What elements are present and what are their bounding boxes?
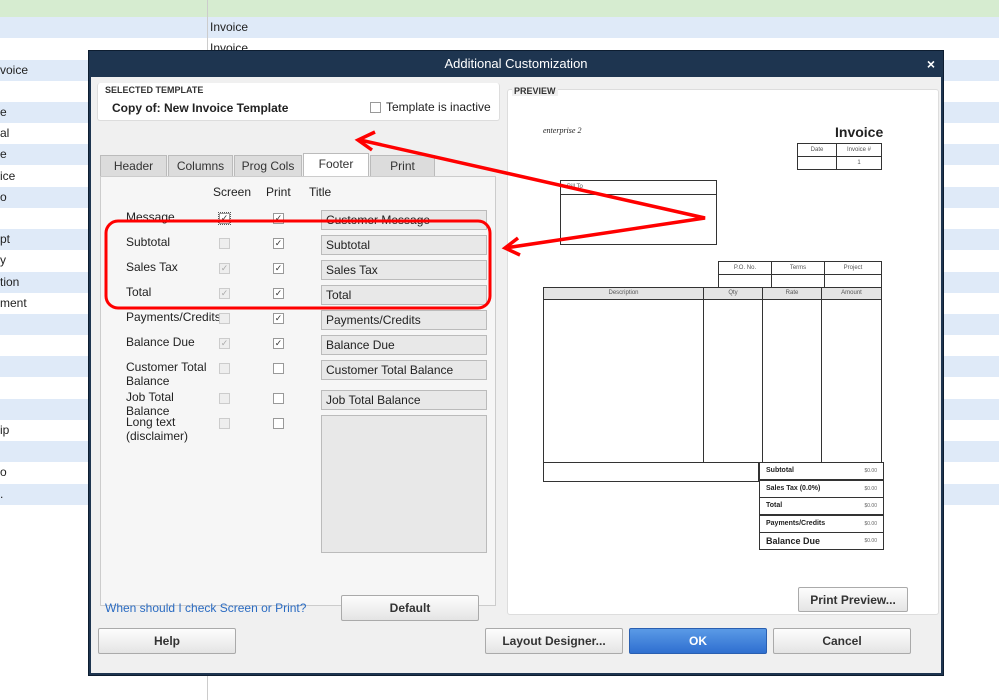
annotation-highlight-box [104,219,492,310]
annotation-arrow [359,138,706,250]
annotation-overlay [104,130,706,310]
